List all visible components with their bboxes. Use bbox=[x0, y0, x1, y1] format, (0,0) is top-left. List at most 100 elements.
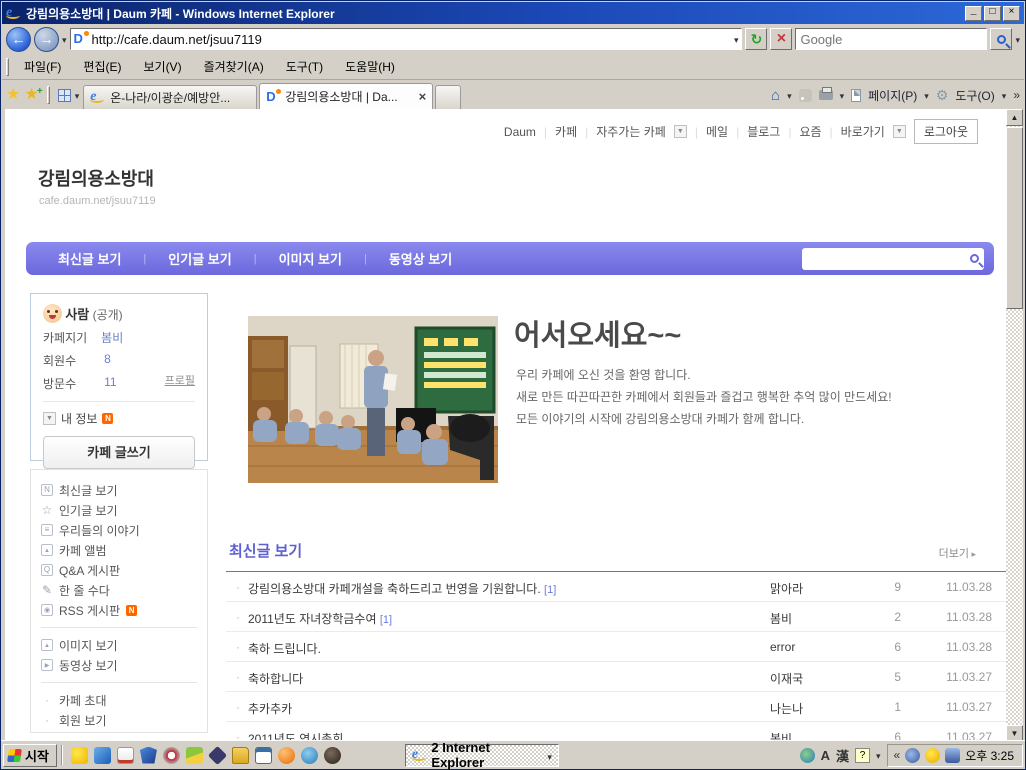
tab-onnara[interactable]: 온-나라/이광순/예방안... bbox=[83, 85, 257, 109]
quicklaunch-q-icon[interactable] bbox=[301, 747, 318, 764]
sidebar-item-album[interactable]: 카페 앨범 bbox=[41, 540, 197, 560]
cafe-write-button[interactable]: 카페 글쓰기 bbox=[43, 436, 195, 469]
post-title[interactable]: 축하 드립니다. bbox=[248, 640, 321, 657]
link-blog[interactable]: 블로그 bbox=[747, 123, 780, 140]
nav-videos[interactable]: 동영상 보기 bbox=[367, 249, 474, 268]
nav-latest[interactable]: 최신글 보기 bbox=[36, 249, 143, 268]
quicklaunch-photo-icon[interactable] bbox=[186, 747, 203, 764]
tools-menu[interactable]: 도구(O) bbox=[955, 87, 994, 104]
favorites-star-icon[interactable]: ★ bbox=[6, 87, 20, 103]
toolbar-overflow-icon[interactable] bbox=[1013, 88, 1020, 102]
home-icon[interactable] bbox=[771, 87, 780, 104]
sidebar-item-oneline[interactable]: 한 줄 수다 bbox=[41, 580, 197, 600]
quicklaunch-messenger-icon[interactable] bbox=[94, 747, 111, 764]
language-bar-options-icon[interactable] bbox=[876, 748, 881, 762]
tray-smiley-icon[interactable] bbox=[925, 748, 940, 763]
shortcuts-dropdown-icon[interactable] bbox=[893, 125, 906, 138]
sidebar-item-image-view[interactable]: 이미지 보기 bbox=[41, 635, 197, 655]
search-go-button[interactable] bbox=[990, 28, 1012, 50]
sidebar-item-latest[interactable]: 최신글 보기 bbox=[41, 480, 197, 500]
close-button[interactable]: × bbox=[1003, 6, 1020, 21]
tools-dropdown-icon[interactable] bbox=[1002, 88, 1007, 102]
quick-tabs-dropdown-icon[interactable] bbox=[75, 88, 80, 102]
back-button[interactable]: ← bbox=[6, 27, 31, 52]
tray-scheduler-icon[interactable] bbox=[905, 748, 920, 763]
sidebar-item-members[interactable]: ·회원 보기 bbox=[41, 710, 197, 730]
sidebar-item-qna[interactable]: Q&A 게시판 bbox=[41, 560, 197, 580]
more-link[interactable]: 더보기 bbox=[939, 545, 976, 561]
sidebar-item-video-view[interactable]: 동영상 보기 bbox=[41, 655, 197, 675]
history-dropdown-icon[interactable] bbox=[62, 32, 67, 46]
cafe-search-input[interactable] bbox=[807, 252, 970, 266]
quicklaunch-face-icon[interactable] bbox=[324, 747, 341, 764]
stop-button[interactable] bbox=[770, 28, 792, 50]
search-options-icon[interactable] bbox=[1015, 32, 1020, 46]
sidebar-item-rss[interactable]: RSS 게시판N bbox=[41, 600, 197, 620]
language-globe-icon[interactable] bbox=[800, 748, 815, 763]
vertical-scrollbar[interactable]: ▲ ▼ bbox=[1006, 109, 1023, 742]
task-group-dropdown-icon[interactable] bbox=[547, 748, 552, 763]
hide-icons-chevron-icon[interactable] bbox=[894, 748, 901, 762]
post-title[interactable]: 추카추카 bbox=[248, 700, 292, 717]
post-title[interactable]: 축하합니다 bbox=[248, 670, 303, 687]
quicklaunch-chick-icon[interactable] bbox=[71, 747, 88, 764]
lang-alpha-icon[interactable]: A bbox=[821, 748, 830, 763]
nav-images[interactable]: 이미지 보기 bbox=[257, 249, 364, 268]
my-info-dropdown-icon[interactable] bbox=[43, 412, 56, 425]
post-title[interactable]: 2011년도 자녀장학금수여 [1] bbox=[248, 610, 392, 627]
sidebar-item-our-story[interactable]: 우리들의 이야기 bbox=[41, 520, 197, 540]
page-menu[interactable]: 페이지(P) bbox=[868, 87, 917, 104]
my-info-label[interactable]: 내 정보 bbox=[61, 410, 97, 427]
lang-hanja-icon[interactable]: 漢 bbox=[836, 746, 849, 765]
rss-feed-icon[interactable] bbox=[799, 89, 812, 102]
menu-tools[interactable]: 도구(T) bbox=[275, 54, 334, 79]
quicklaunch-folder-icon[interactable] bbox=[232, 747, 249, 764]
google-search-input[interactable] bbox=[800, 32, 982, 47]
home-dropdown-icon[interactable] bbox=[787, 88, 792, 102]
new-tab-stub[interactable] bbox=[435, 85, 461, 109]
url-input[interactable] bbox=[92, 32, 730, 47]
visit-count[interactable]: 11 bbox=[104, 375, 116, 392]
quick-tabs-icon[interactable] bbox=[58, 89, 71, 102]
ime-help-icon[interactable]: ? bbox=[855, 748, 870, 763]
link-mail[interactable]: 메일 bbox=[706, 123, 728, 140]
tab-close-icon[interactable] bbox=[419, 89, 427, 104]
quicklaunch-shield-icon[interactable] bbox=[140, 747, 157, 764]
link-cafe[interactable]: 카페 bbox=[555, 123, 577, 140]
tab-cafe-active[interactable]: 강림의용소방대 | Da... bbox=[259, 83, 433, 109]
quicklaunch-swirl-icon[interactable] bbox=[163, 747, 180, 764]
maximize-button[interactable]: □ bbox=[984, 6, 1001, 21]
link-favorite-cafes[interactable]: 자주가는 카페 bbox=[596, 123, 666, 140]
taskbar-ie-group-button[interactable]: 2 Internet Explorer bbox=[405, 744, 559, 767]
quicklaunch-diamond-icon[interactable] bbox=[208, 745, 227, 764]
menu-view[interactable]: 보기(V) bbox=[132, 54, 192, 79]
page-dropdown-icon[interactable] bbox=[924, 88, 929, 102]
quicklaunch-document-icon[interactable] bbox=[117, 747, 134, 764]
scrollbar-thumb[interactable] bbox=[1006, 127, 1023, 309]
link-shortcuts[interactable]: 바로가기 bbox=[841, 123, 885, 140]
menu-favorites[interactable]: 즐겨찾기(A) bbox=[193, 54, 275, 79]
quicklaunch-window-icon[interactable] bbox=[255, 747, 272, 764]
menu-file[interactable]: 파일(F) bbox=[13, 54, 72, 79]
favorite-cafes-dropdown-icon[interactable] bbox=[674, 125, 687, 138]
scroll-up-icon[interactable]: ▲ bbox=[1006, 109, 1023, 126]
print-icon[interactable] bbox=[819, 90, 833, 100]
forward-button[interactable]: → bbox=[34, 27, 59, 52]
link-daum[interactable]: Daum bbox=[504, 125, 536, 139]
url-dropdown-icon[interactable] bbox=[734, 32, 739, 46]
sidebar-item-popular[interactable]: 인기글 보기 bbox=[41, 500, 197, 520]
link-yozm[interactable]: 요즘 bbox=[799, 123, 821, 140]
nav-popular[interactable]: 인기글 보기 bbox=[146, 249, 253, 268]
refresh-button[interactable] bbox=[745, 28, 767, 50]
tray-security-icon[interactable] bbox=[945, 748, 960, 763]
cafe-search-icon[interactable] bbox=[970, 254, 979, 263]
minimize-button[interactable]: _ bbox=[965, 6, 982, 21]
member-count[interactable]: 8 bbox=[104, 352, 111, 369]
add-favorite-icon[interactable]: ★ bbox=[24, 87, 38, 103]
profile-link[interactable]: 프로필 bbox=[165, 372, 195, 388]
print-dropdown-icon[interactable] bbox=[840, 88, 845, 102]
menu-help[interactable]: 도움말(H) bbox=[334, 54, 406, 79]
cafe-owner-link[interactable]: 봄비 bbox=[101, 329, 123, 346]
sidebar-item-invite[interactable]: ·카페 초대 bbox=[41, 690, 197, 710]
menu-edit[interactable]: 편집(E) bbox=[72, 54, 132, 79]
